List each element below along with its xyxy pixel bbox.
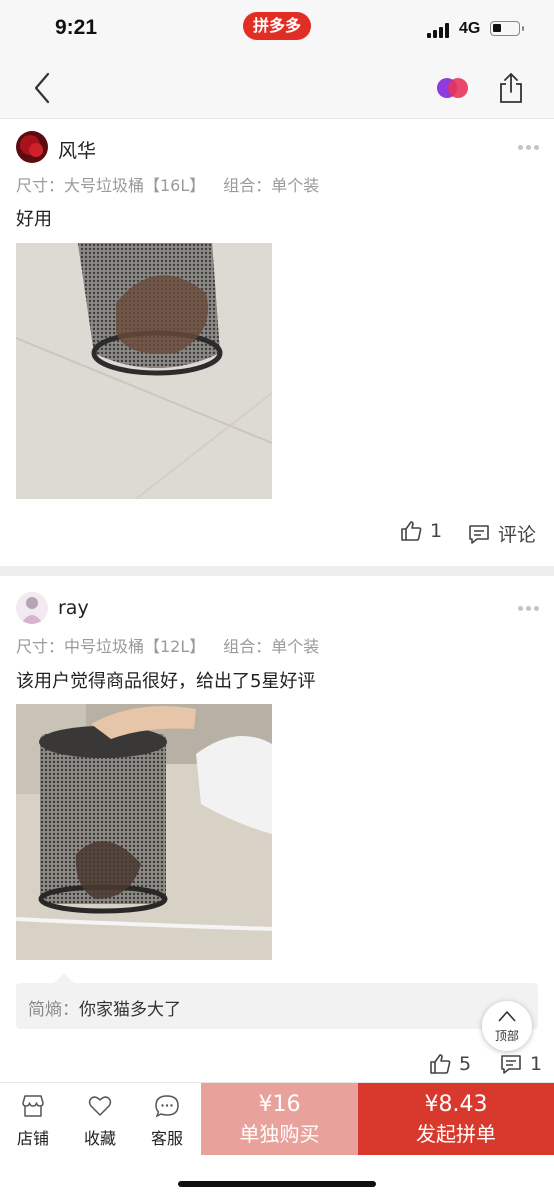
review-photo[interactable] xyxy=(16,243,272,499)
thumbs-up-icon xyxy=(401,521,422,541)
more-options-icon[interactable] xyxy=(518,606,540,612)
service-button[interactable]: 客服 xyxy=(137,1093,197,1153)
like-count: 5 xyxy=(459,1053,472,1075)
buy-alone-button[interactable]: ¥16 单独购买 xyxy=(201,1083,358,1155)
group-price: ¥8.43 xyxy=(424,1092,488,1117)
comment-label: 评论 xyxy=(498,524,537,546)
favorite-button[interactable]: 收藏 xyxy=(70,1093,130,1153)
network-type: 4G xyxy=(459,20,481,37)
store-label: 店铺 xyxy=(16,1129,49,1148)
heart-icon xyxy=(88,1096,112,1116)
pinduoduo-logo-icon[interactable] xyxy=(436,77,470,99)
single-label: 单独购买 xyxy=(239,1122,320,1146)
signal-icon xyxy=(427,22,451,38)
review-spec: 尺寸：大号垃圾桶【16L】 组合：单个装 xyxy=(16,172,319,196)
share-button[interactable] xyxy=(496,70,526,106)
review-photo[interactable] xyxy=(16,704,272,960)
comment-icon xyxy=(469,524,489,544)
comment-icon xyxy=(501,1055,521,1074)
comment-button[interactable]: 1 xyxy=(500,1053,542,1075)
spec-combo: 组合：单个装 xyxy=(223,176,320,195)
username[interactable]: ray xyxy=(58,597,89,619)
review-spec: 尺寸：中号垃圾桶【12L】 组合：单个装 xyxy=(16,633,319,657)
store-button[interactable]: 店铺 xyxy=(3,1093,63,1153)
single-price: ¥16 xyxy=(258,1092,301,1117)
spec-size: 尺寸：中号垃圾桶【12L】 xyxy=(16,637,206,656)
review-text: 好用 xyxy=(16,209,52,230)
chat-bubble-icon xyxy=(155,1095,179,1118)
back-to-top-button[interactable]: 顶部 xyxy=(482,1001,532,1051)
review-text: 该用户觉得商品很好，给出了5星好评 xyxy=(16,671,316,692)
back-to-top-label: 顶部 xyxy=(494,1029,519,1043)
store-icon xyxy=(22,1095,44,1117)
review-card: 风华 尺寸：大号垃圾桶【16L】 组合：单个装 好用 1 评论 xyxy=(0,119,554,565)
arrow-up-icon xyxy=(498,1011,516,1022)
app-badge: 拼多多 xyxy=(243,12,311,40)
service-label: 客服 xyxy=(150,1129,183,1148)
avatar[interactable] xyxy=(16,131,48,163)
group-buy-button[interactable]: ¥8.43 发起拼单 xyxy=(358,1083,554,1155)
spec-size: 尺寸：大号垃圾桶【16L】 xyxy=(16,176,206,195)
comment-button[interactable]: 评论 xyxy=(468,520,536,547)
section-divider xyxy=(0,566,554,576)
home-indicator[interactable] xyxy=(178,1181,376,1187)
spec-combo: 组合：单个装 xyxy=(223,637,320,656)
group-label: 发起拼单 xyxy=(416,1122,496,1146)
like-button[interactable]: 5 xyxy=(429,1053,471,1075)
favorite-label: 收藏 xyxy=(83,1129,116,1148)
username[interactable]: 风华 xyxy=(58,136,96,163)
share-icon xyxy=(500,72,522,103)
battery-icon xyxy=(490,21,524,36)
more-options-icon[interactable] xyxy=(518,145,540,151)
comment-count: 1 xyxy=(530,1053,543,1075)
back-button[interactable] xyxy=(28,70,58,106)
reply-content: 你家猫多大了 xyxy=(79,1000,181,1020)
status-bar: 9:21 拼多多 4G xyxy=(0,0,554,60)
reply-author[interactable]: 简熵： xyxy=(28,1000,79,1020)
like-button[interactable]: 1 xyxy=(400,520,442,542)
reply-comment[interactable]: 简熵：你家猫多大了 xyxy=(16,973,538,1029)
like-count: 1 xyxy=(430,520,443,542)
status-time: 9:21 xyxy=(55,16,98,39)
chevron-left-icon xyxy=(34,72,50,104)
thumbs-up-icon xyxy=(430,1054,451,1074)
avatar[interactable] xyxy=(16,592,48,624)
nav-bar xyxy=(0,60,554,119)
